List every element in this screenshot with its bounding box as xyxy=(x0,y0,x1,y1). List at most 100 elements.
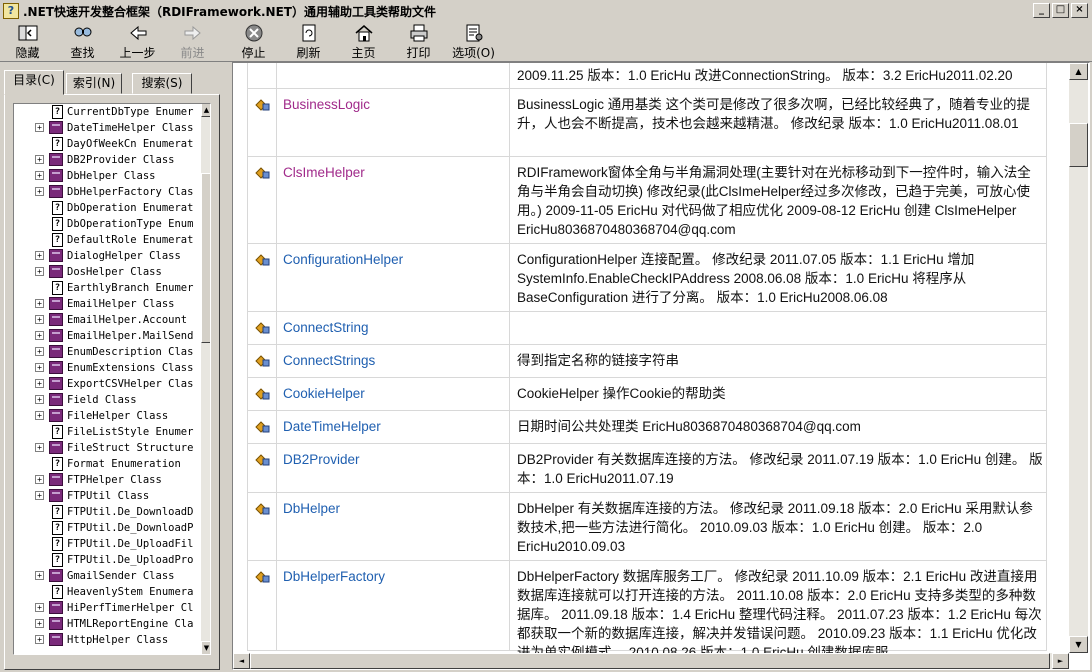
tab-contents[interactable]: 目录(C) xyxy=(4,70,64,95)
tree-item[interactable]: + HttpHelper Class xyxy=(14,632,200,648)
expand-plus-icon[interactable]: + xyxy=(35,635,44,644)
expand-plus-icon[interactable]: + xyxy=(35,171,44,180)
tree-item[interactable]: + FileHelper Class xyxy=(14,408,200,424)
toolbar-button-find[interactable]: 查找 xyxy=(55,22,110,62)
tree-item[interactable]: ? FileListStyle Enumer xyxy=(14,424,200,440)
tree-item[interactable]: ? DefaultRole Enumerat xyxy=(14,232,200,248)
class-link[interactable]: ConnectStrings xyxy=(283,353,375,368)
class-link[interactable]: BusinessLogic xyxy=(283,97,370,112)
tree-item[interactable]: + DosHelper Class xyxy=(14,264,200,280)
expand-plus-icon[interactable]: + xyxy=(35,251,44,260)
expand-plus-icon[interactable]: + xyxy=(35,155,44,164)
class-link[interactable]: DB2Provider xyxy=(283,452,360,467)
book-icon xyxy=(49,633,63,646)
expand-plus-icon[interactable]: + xyxy=(35,395,44,404)
maximize-button[interactable]: □ xyxy=(1052,3,1069,18)
expand-plus-icon[interactable]: + xyxy=(35,315,44,324)
expand-plus-icon[interactable]: + xyxy=(35,443,44,452)
toolbar-button-hide[interactable]: 隐藏 xyxy=(0,22,55,62)
toolbar-button-stop[interactable]: 停止 xyxy=(226,22,281,62)
tree-item[interactable]: ? CurrentDbType Enumer xyxy=(14,104,200,120)
scroll-right-icon[interactable]: ► xyxy=(1052,653,1069,669)
tree-item[interactable]: + DbHelperFactory Clas xyxy=(14,184,200,200)
tree-item[interactable]: + EmailHelper.MailSend xyxy=(14,328,200,344)
tree-item[interactable]: + EnumExtensions Class xyxy=(14,360,200,376)
expand-plus-icon[interactable]: + xyxy=(35,267,44,276)
minimize-button[interactable]: _ xyxy=(1033,3,1050,18)
table-row: ClsImeHelper RDIFramework窗体全角与半角漏洞处理(主要针对… xyxy=(247,157,1047,244)
expand-plus-icon[interactable]: + xyxy=(35,571,44,580)
class-link[interactable]: CookieHelper xyxy=(283,386,365,401)
expand-plus-icon[interactable]: + xyxy=(35,379,44,388)
content-scroll-thumb[interactable] xyxy=(1069,123,1088,167)
tree-item[interactable]: + DateTimeHelper Class xyxy=(14,120,200,136)
tab-index[interactable]: 索引(N) xyxy=(66,73,122,94)
tree-item[interactable]: + DbHelper Class xyxy=(14,168,200,184)
toolbar-button-label: 前进 xyxy=(180,45,205,60)
tree-item[interactable]: + HiPerfTimerHelper Cl xyxy=(14,600,200,616)
toolbar-button-refresh[interactable]: 刷新 xyxy=(281,22,336,62)
book-icon xyxy=(49,185,63,198)
expand-plus-icon[interactable]: + xyxy=(35,347,44,356)
tree-item[interactable]: ? FTPUtil.De_DownloadP xyxy=(14,520,200,536)
tree-item[interactable]: + EmailHelper Class xyxy=(14,296,200,312)
tree-item[interactable]: ? HeavenlyStem Enumera xyxy=(14,584,200,600)
expand-plus-icon[interactable]: + xyxy=(35,475,44,484)
tree-item[interactable]: ? DbOperationType Enum xyxy=(14,216,200,232)
expand-plus-icon[interactable]: + xyxy=(35,123,44,132)
scroll-left-icon[interactable]: ◄ xyxy=(233,653,250,669)
tab-search[interactable]: 搜索(S) xyxy=(132,73,192,94)
class-link[interactable]: DbHelperFactory xyxy=(283,569,385,584)
expand-plus-icon[interactable]: + xyxy=(35,603,44,612)
scroll-up-icon[interactable]: ▲ xyxy=(201,104,210,117)
class-link[interactable]: ConnectString xyxy=(283,320,369,335)
class-link[interactable]: ClsImeHelper xyxy=(283,165,365,180)
tree-item[interactable]: ? FTPUtil.De_UploadFil xyxy=(14,536,200,552)
class-description: ConfigurationHelper 连接配置。 修改纪录 2011.07.0… xyxy=(517,252,975,305)
tree-item[interactable]: + GmailSender Class xyxy=(14,568,200,584)
help-page-icon: ? xyxy=(52,537,63,551)
expand-plus-icon[interactable]: + xyxy=(35,619,44,628)
toolbar-button-options[interactable]: 选项(O) xyxy=(446,22,501,62)
toolbar-button-print[interactable]: 打印 xyxy=(391,22,446,62)
expand-plus-icon[interactable]: + xyxy=(35,331,44,340)
tree-item[interactable]: + ExportCSVHelper Clas xyxy=(14,376,200,392)
toolbar-button-forward-arrow[interactable]: 前进 xyxy=(165,22,220,62)
toolbar-button-back-arrow[interactable]: 上一步 xyxy=(110,22,165,62)
tree-scrollbar[interactable]: ▲ ▼ xyxy=(201,104,210,654)
contents-tree[interactable]: ▲ ▼ ? CurrentDbType Enumer + DateTimeHelper… xyxy=(13,103,211,655)
toolbar-button-home[interactable]: 主页 xyxy=(336,22,391,62)
expand-plus-icon[interactable]: + xyxy=(35,299,44,308)
tree-item[interactable]: ? FTPUtil.De_DownloadD xyxy=(14,504,200,520)
tree-item[interactable]: + FTPHelper Class xyxy=(14,472,200,488)
tree-item[interactable]: ? DayOfWeekCn Enumerat xyxy=(14,136,200,152)
scroll-down-icon[interactable]: ▼ xyxy=(1069,636,1088,653)
tree-item[interactable]: + EmailHelper.Account xyxy=(14,312,200,328)
tree-item[interactable]: ? FTPUtil.De_UploadPro xyxy=(14,552,200,568)
tree-scroll-thumb[interactable] xyxy=(201,173,210,343)
expand-plus-icon[interactable]: + xyxy=(35,363,44,372)
scroll-down-icon[interactable]: ▼ xyxy=(201,641,210,654)
tree-item[interactable]: + HTMLReportEngine Cla xyxy=(14,616,200,632)
tree-item[interactable]: ? Format Enumeration xyxy=(14,456,200,472)
class-link[interactable]: ConfigurationHelper xyxy=(283,252,403,267)
description-cell: ConfigurationHelper 连接配置。 修改纪录 2011.07.0… xyxy=(511,244,1047,311)
expand-plus-icon[interactable]: + xyxy=(35,187,44,196)
tree-item[interactable]: + DialogHelper Class xyxy=(14,248,200,264)
content-hscroll-thumb[interactable] xyxy=(250,653,1050,669)
class-link[interactable]: DbHelper xyxy=(283,501,340,516)
tree-item[interactable]: + Field Class xyxy=(14,392,200,408)
tree-item[interactable]: + FTPUtil Class xyxy=(14,488,200,504)
content-vertical-scrollbar[interactable]: ▲ ▼ xyxy=(1069,63,1088,653)
expand-plus-icon[interactable]: + xyxy=(35,411,44,420)
tree-item[interactable]: + DB2Provider Class xyxy=(14,152,200,168)
scroll-up-icon[interactable]: ▲ xyxy=(1069,63,1088,80)
expand-plus-icon[interactable]: + xyxy=(35,491,44,500)
tree-item[interactable]: + FileStruct Structure xyxy=(14,440,200,456)
content-horizontal-scrollbar[interactable]: ◄ ► xyxy=(233,653,1069,669)
close-button[interactable]: × xyxy=(1071,3,1088,18)
class-link[interactable]: DateTimeHelper xyxy=(283,419,381,434)
tree-item[interactable]: ? EarthlyBranch Enumer xyxy=(14,280,200,296)
tree-item[interactable]: + EnumDescription Clas xyxy=(14,344,200,360)
tree-item[interactable]: ? DbOperation Enumerat xyxy=(14,200,200,216)
